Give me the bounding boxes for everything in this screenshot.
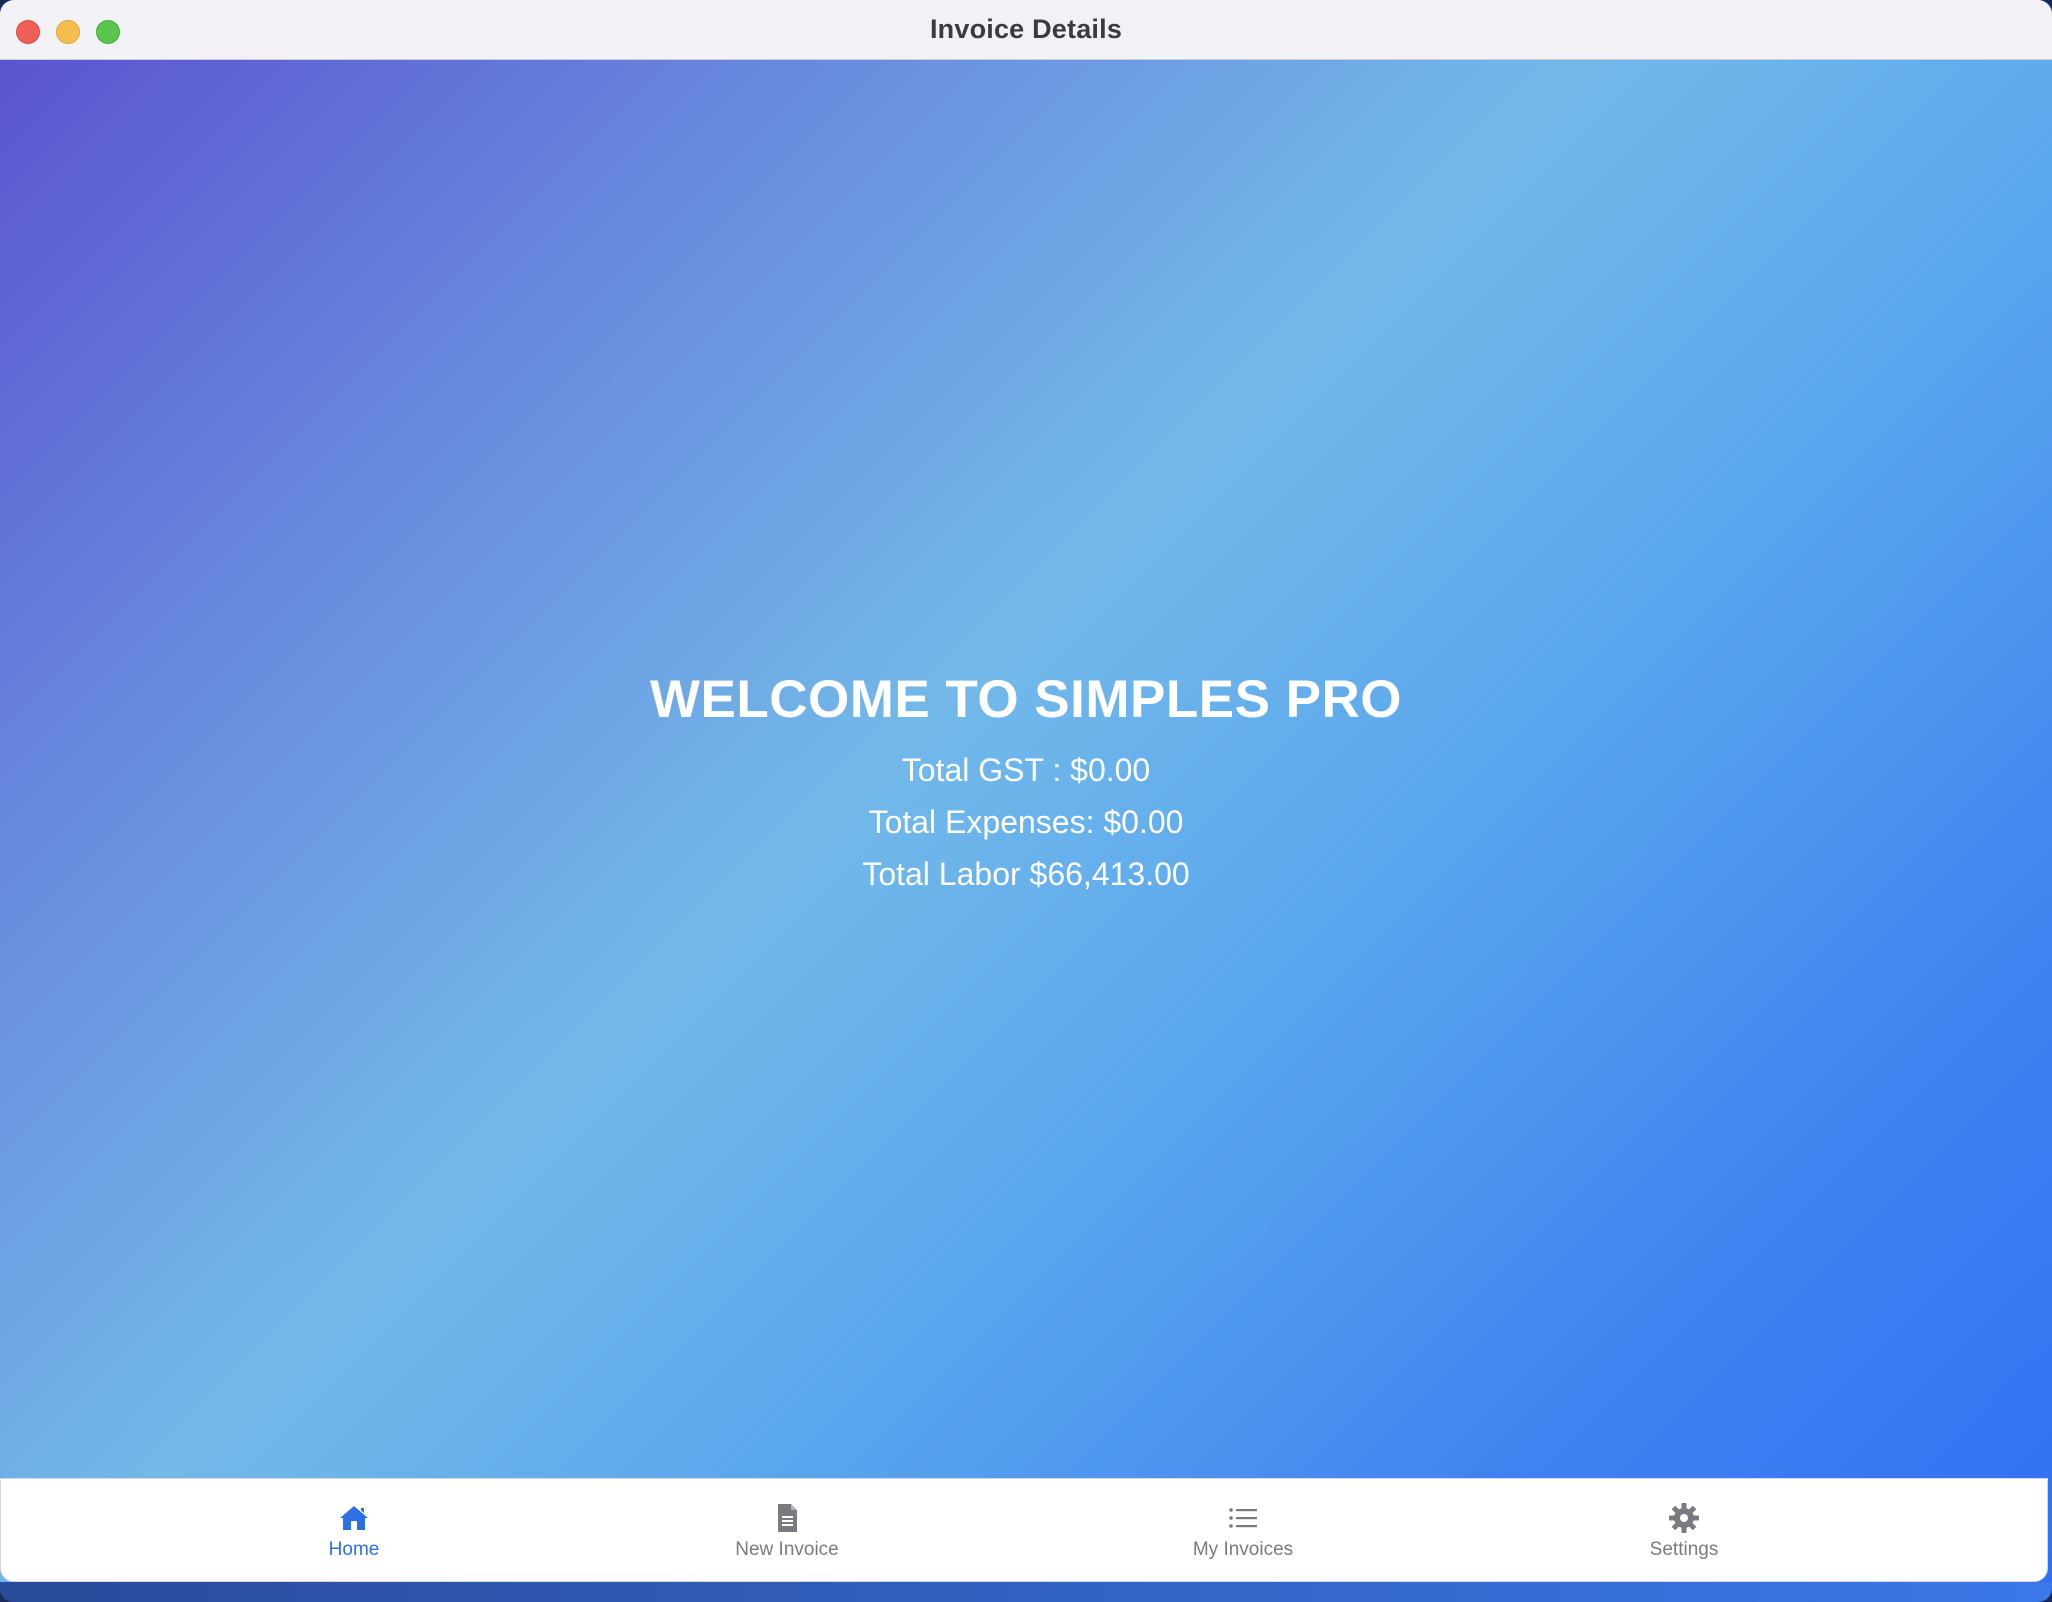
total-labor: Total Labor $66,413.00: [862, 855, 1190, 892]
window-title: Invoice Details: [929, 14, 1123, 44]
tab-bar: Home New Invoice My Invoices Settings: [0, 1478, 2048, 1582]
tab-home-label: Home: [328, 1539, 380, 1560]
list-icon: [1229, 1508, 1257, 1528]
home-icon: [340, 1506, 368, 1530]
zoom-button[interactable]: [96, 20, 120, 44]
desktop-background-strip: [0, 1582, 2052, 1602]
total-gst: Total GST : $0.00: [901, 751, 1151, 788]
tab-home[interactable]: Home: [254, 1479, 454, 1583]
tab-new-invoice-label: New Invoice: [735, 1539, 839, 1560]
tab-settings[interactable]: Settings: [1584, 1479, 1784, 1583]
tab-settings-label: Settings: [1649, 1539, 1719, 1560]
minimize-button[interactable]: [56, 20, 80, 44]
document-icon: [778, 1504, 797, 1532]
welcome-heading: WELCOME TO SIMPLES PRO: [649, 669, 1403, 729]
total-expenses: Total Expenses: $0.00: [868, 803, 1184, 840]
main-content: WELCOME TO SIMPLES PRO Total GST : $0.00…: [0, 61, 2052, 1479]
title-bar: Invoice Details: [0, 0, 2052, 60]
window-controls: [16, 20, 120, 44]
app-window: Invoice Details WELCOME TO SIMPLES PRO T…: [0, 0, 2052, 1602]
gear-icon: [1669, 1503, 1699, 1533]
tab-my-invoices[interactable]: My Invoices: [1143, 1479, 1343, 1583]
close-button[interactable]: [16, 20, 40, 44]
tab-my-invoices-label: My Invoices: [1192, 1539, 1294, 1560]
tab-new-invoice[interactable]: New Invoice: [687, 1479, 887, 1583]
